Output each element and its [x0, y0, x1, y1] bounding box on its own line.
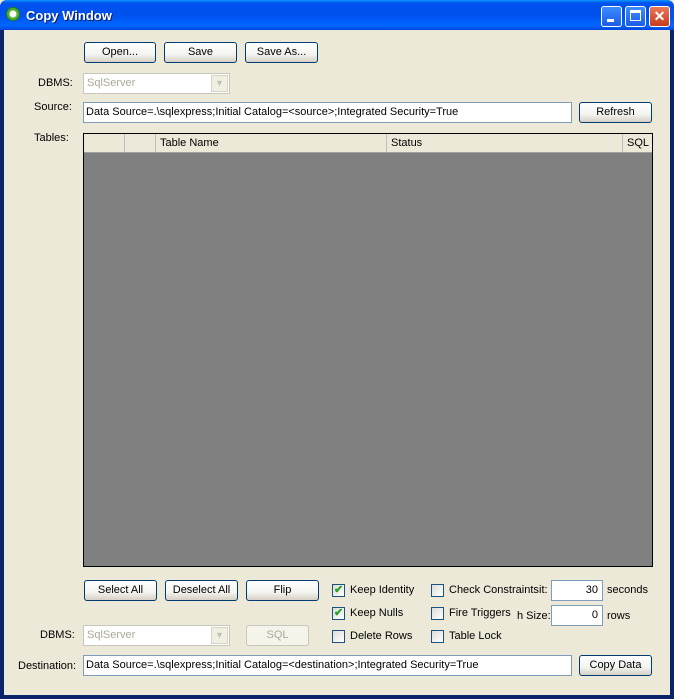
window-title: Copy Window — [26, 8, 112, 23]
column-header-row-selector[interactable] — [84, 134, 125, 152]
column-header-table-name[interactable]: Table Name — [156, 134, 387, 152]
delete-rows-label[interactable]: Delete Rows — [350, 630, 412, 642]
client-area: Open... Save Save As... DBMS: SqlServer … — [4, 30, 670, 695]
keep-nulls-label[interactable]: Keep Nulls — [350, 607, 403, 619]
minimize-button[interactable] — [601, 6, 622, 27]
title-bar[interactable]: Copy Window ✕ — [0, 0, 674, 30]
save-button[interactable]: Save — [164, 42, 237, 63]
batch-size-label: h Size: — [517, 610, 551, 622]
chevron-down-icon: ▼ — [211, 627, 228, 644]
fire-triggers-label[interactable]: Fire Triggers — [449, 607, 511, 619]
destination-connection-input[interactable]: Data Source=.\sqlexpress;Initial Catalog… — [83, 655, 572, 676]
destination-dbms-value: SqlServer — [87, 629, 136, 641]
column-header-sql[interactable]: SQL — [623, 134, 652, 152]
recycle-icon — [6, 7, 20, 21]
deselect-all-button[interactable]: Deselect All — [165, 580, 238, 601]
tables-grid[interactable]: Table Name Status SQL — [83, 133, 653, 567]
column-header-checkbox[interactable] — [125, 134, 156, 152]
minimize-icon — [607, 19, 614, 22]
refresh-button[interactable]: Refresh — [579, 102, 652, 123]
keep-nulls-checkbox[interactable]: ✔ — [332, 607, 345, 620]
tables-label: Tables: — [34, 132, 69, 144]
column-header-status[interactable]: Status — [387, 134, 623, 152]
timeout-label: it: — [539, 584, 548, 596]
source-dbms-value: SqlServer — [87, 77, 136, 89]
destination-label: Destination: — [18, 660, 77, 672]
checkmark-icon: ✔ — [334, 607, 344, 619]
open-button[interactable]: Open... — [84, 42, 156, 63]
timeout-unit-label: seconds — [607, 584, 648, 596]
maximize-icon — [630, 10, 641, 21]
source-connection-input[interactable]: Data Source=.\sqlexpress;Initial Catalog… — [83, 102, 572, 123]
select-all-button[interactable]: Select All — [84, 580, 157, 601]
close-icon: ✕ — [653, 8, 666, 24]
table-lock-checkbox[interactable] — [431, 630, 444, 643]
destination-dbms-label: DBMS: — [40, 629, 75, 641]
batch-size-input[interactable]: 0 — [551, 605, 603, 626]
sql-button[interactable]: SQL — [246, 625, 309, 646]
close-button[interactable]: ✕ — [649, 6, 670, 27]
source-label: Source: — [34, 101, 72, 113]
copy-window: Copy Window ✕ Open... Save Save As... DB… — [0, 0, 674, 699]
fire-triggers-checkbox[interactable] — [431, 607, 444, 620]
delete-rows-checkbox[interactable] — [332, 630, 345, 643]
check-constraints-checkbox[interactable] — [431, 584, 444, 597]
batch-size-unit-label: rows — [607, 610, 631, 622]
keep-identity-checkbox[interactable]: ✔ — [332, 584, 345, 597]
source-dbms-select[interactable]: SqlServer ▼ — [83, 73, 230, 94]
keep-identity-label[interactable]: Keep Identity — [350, 584, 414, 596]
source-dbms-label: DBMS: — [38, 77, 73, 89]
check-constraints-label[interactable]: Check Constraints — [449, 584, 539, 596]
destination-dbms-select[interactable]: SqlServer ▼ — [83, 625, 230, 646]
flip-button[interactable]: Flip — [246, 580, 319, 601]
copy-data-button[interactable]: Copy Data — [579, 655, 652, 676]
table-lock-label[interactable]: Table Lock — [449, 630, 502, 642]
grid-header: Table Name Status SQL — [84, 134, 652, 153]
maximize-button[interactable] — [625, 6, 646, 27]
save-as-button[interactable]: Save As... — [245, 42, 318, 63]
timeout-input[interactable]: 30 — [551, 580, 603, 601]
chevron-down-icon: ▼ — [211, 75, 228, 92]
checkmark-icon: ✔ — [334, 584, 344, 596]
